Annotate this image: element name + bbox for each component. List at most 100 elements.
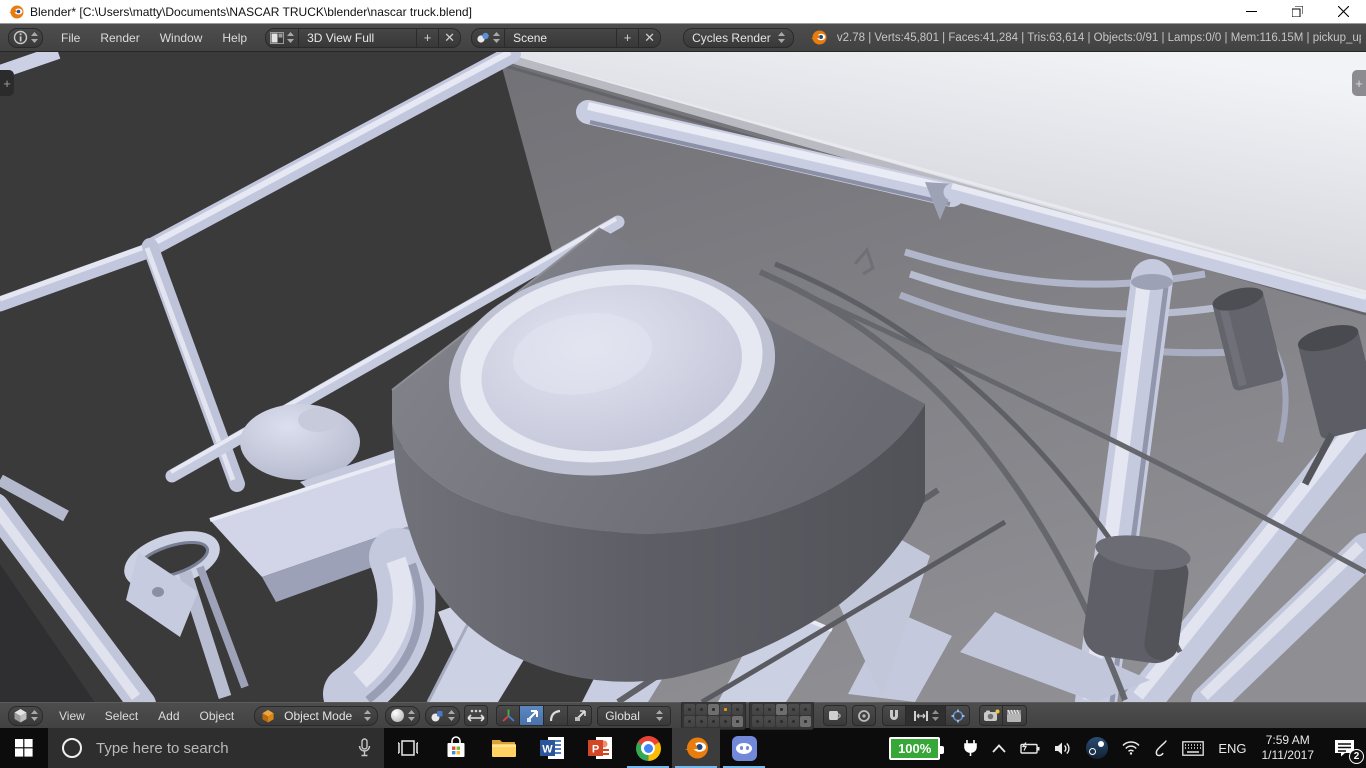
restore-button[interactable] [1274, 0, 1320, 23]
snap-element-selector[interactable] [906, 705, 946, 726]
task-view-button[interactable] [384, 728, 432, 768]
scene-browse-button[interactable] [471, 28, 505, 48]
window-title: Blender* [C:\Users\matty\Documents\NASCA… [30, 5, 472, 19]
layers-widget[interactable] [681, 701, 814, 730]
select-menu[interactable]: Select [95, 709, 148, 723]
region-expand-tab-right[interactable]: + [1352, 70, 1366, 96]
view-menu[interactable]: View [49, 709, 95, 723]
layer-toggle[interactable] [732, 716, 743, 727]
layer-toggle[interactable] [752, 716, 763, 727]
pen-tray-icon[interactable] [1147, 728, 1175, 768]
render-opengl-button[interactable] [979, 705, 1003, 726]
lock-to-scene-toggle[interactable] [823, 705, 847, 726]
battery-tray-icon[interactable] [1013, 728, 1047, 768]
layer-toggle[interactable] [800, 716, 811, 727]
transform-orientation-selector[interactable]: Global [597, 706, 671, 726]
layer-toggle[interactable] [776, 716, 787, 727]
render-engine-selector[interactable]: Cycles Render [683, 28, 794, 48]
window-menu[interactable]: Window [150, 31, 213, 45]
layer-toggle[interactable] [708, 704, 719, 715]
snap-toggle[interactable] [882, 705, 906, 726]
layer-toggle[interactable] [752, 704, 763, 715]
translate-manipulator-button[interactable] [520, 705, 544, 726]
proportional-edit-selector[interactable] [852, 705, 876, 726]
lock-icon [827, 709, 843, 723]
delete-layout-button[interactable]: ✕ [439, 28, 461, 48]
layer-toggle[interactable] [788, 704, 799, 715]
render-menu[interactable]: Render [90, 31, 149, 45]
layer-toggle[interactable] [764, 704, 775, 715]
layer-toggle[interactable] [696, 704, 707, 715]
action-center-button[interactable]: 2 [1322, 728, 1366, 768]
add-menu[interactable]: Add [148, 709, 189, 723]
scene-name-field[interactable]: Scene [505, 28, 617, 48]
screen-layout-name-field[interactable]: 3D View Full [299, 28, 417, 48]
system-tray: 100% [882, 728, 1366, 768]
taskbar-app-blender[interactable] [672, 728, 720, 768]
taskbar-app-file-explorer[interactable] [480, 728, 528, 768]
manipulate-centers-toggle[interactable] [464, 705, 488, 726]
snap-target-icon [951, 709, 965, 723]
language-indicator[interactable]: ENG [1211, 728, 1253, 768]
powerpoint-icon: P [587, 736, 613, 760]
layer-toggle[interactable] [800, 704, 811, 715]
manipulator-axes-toggle[interactable] [496, 705, 520, 726]
translate-icon [525, 709, 539, 723]
add-layout-button[interactable]: + [417, 28, 439, 48]
taskbar-app-chrome[interactable] [624, 728, 672, 768]
layer-toggle[interactable] [696, 716, 707, 727]
task-view-icon [397, 740, 419, 756]
blender-taskbar-icon [683, 735, 709, 761]
layer-toggle[interactable] [684, 704, 695, 715]
layer-toggle[interactable] [788, 716, 799, 727]
hidden-icons-chevron[interactable] [985, 728, 1013, 768]
add-scene-button[interactable]: + [617, 28, 639, 48]
svg-text:P: P [592, 744, 599, 756]
selector-arrows-icon [932, 710, 939, 722]
blender-logo-icon [810, 29, 827, 46]
battery-percentage-indicator[interactable]: 100% [882, 728, 956, 768]
layer-toggle[interactable] [764, 716, 775, 727]
touch-keyboard-icon[interactable] [1175, 728, 1211, 768]
editor-type-selector[interactable] [8, 28, 43, 48]
region-expand-tab-left[interactable]: + [0, 70, 14, 96]
layer-toggle[interactable] [708, 716, 719, 727]
3d-viewport[interactable]: + + [0, 52, 1366, 702]
layer-toggle[interactable] [720, 716, 731, 727]
layer-toggle[interactable] [684, 716, 695, 727]
taskbar-app-word[interactable]: W [528, 728, 576, 768]
file-menu[interactable]: File [51, 31, 90, 45]
render-opengl-animation-button[interactable] [1003, 705, 1027, 726]
taskbar-app-discord[interactable] [720, 728, 768, 768]
screen-layout-browse-button[interactable] [265, 28, 299, 48]
clock[interactable]: 7:59 AM 1/11/2017 [1254, 733, 1323, 763]
mode-value: Object Mode [284, 709, 352, 723]
volume-icon[interactable] [1047, 728, 1079, 768]
mode-selector[interactable]: Object Mode [254, 706, 378, 726]
chrome-icon [636, 736, 661, 761]
layer-toggle[interactable] [732, 704, 743, 715]
minimize-button[interactable] [1228, 0, 1274, 23]
close-button[interactable] [1320, 0, 1366, 23]
steam-tray-icon[interactable] [1079, 728, 1115, 768]
wifi-icon[interactable] [1115, 728, 1147, 768]
scale-manipulator-button[interactable] [568, 705, 592, 726]
help-menu[interactable]: Help [212, 31, 257, 45]
viewport-shading-selector[interactable] [385, 706, 420, 726]
snap-target-selector[interactable] [946, 705, 970, 726]
search-input[interactable] [94, 739, 357, 758]
rotate-manipulator-button[interactable] [544, 705, 568, 726]
object-menu[interactable]: Object [190, 709, 245, 723]
selector-arrows-icon [31, 32, 38, 44]
delete-scene-button[interactable]: ✕ [639, 28, 661, 48]
taskbar-search-box[interactable] [48, 728, 384, 768]
start-button[interactable] [0, 728, 48, 768]
taskbar-app-powerpoint[interactable]: P [576, 728, 624, 768]
power-plug-icon[interactable] [956, 728, 985, 768]
pivot-point-selector[interactable] [425, 706, 460, 726]
layer-toggle[interactable] [776, 704, 787, 715]
taskbar-app-store[interactable] [432, 728, 480, 768]
layer-toggle-active[interactable] [720, 704, 731, 715]
microphone-icon[interactable] [357, 738, 372, 758]
editor-type-selector-3d[interactable] [8, 706, 43, 726]
